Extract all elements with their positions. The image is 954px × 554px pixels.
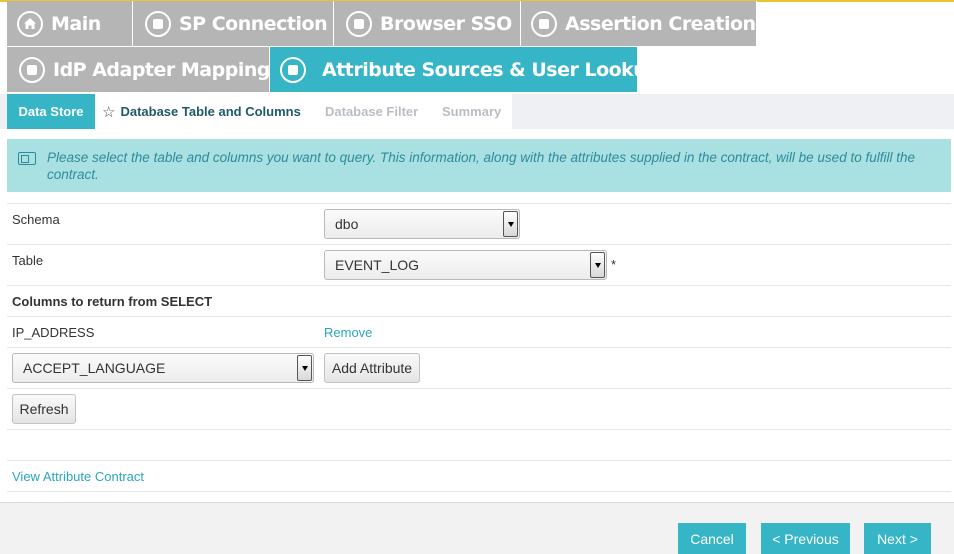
home-icon <box>17 10 43 37</box>
stop-icon <box>145 10 171 37</box>
row-divider <box>7 347 951 348</box>
tab-main[interactable]: Main <box>7 1 133 47</box>
table-select[interactable]: EVENT_LOG <box>324 250 607 280</box>
row-divider <box>7 460 951 461</box>
view-attribute-contract-link[interactable]: View Attribute Contract <box>12 469 144 484</box>
previous-button[interactable]: < Previous <box>761 523 850 554</box>
tab-attribute-sources[interactable]: Attribute Sources & User Lookup <box>270 47 660 93</box>
tab-main-label: Main <box>51 12 101 35</box>
tab-sp-connection[interactable]: SP Connection <box>133 1 334 47</box>
stop-icon <box>346 10 372 37</box>
cancel-button[interactable]: Cancel <box>678 523 746 554</box>
star-icon: ☆ <box>102 103 116 121</box>
next-button[interactable]: Next > <box>864 523 931 554</box>
table-select-value: EVENT_LOG <box>335 257 420 273</box>
page: Main SP Connection Browser SSO Assertion… <box>0 0 954 554</box>
tab-assertion-creation[interactable]: Assertion Creation <box>521 1 757 47</box>
tab-assertion-creation-label: Assertion Creation <box>565 12 756 35</box>
tab-idp-adapter-mapping-label: IdP Adapter Mapping <box>53 58 270 81</box>
remove-link[interactable]: Remove <box>324 325 372 340</box>
subtab-summary-label: Summary <box>442 104 502 119</box>
refresh-button[interactable]: Refresh <box>12 394 76 424</box>
info-text: Please select the table and columns you … <box>47 150 915 182</box>
row-divider <box>7 316 951 317</box>
schema-select[interactable]: dbo <box>324 209 520 239</box>
columns-heading: Columns to return from SELECT <box>12 294 213 309</box>
chevron-down-icon <box>503 211 518 237</box>
row-divider <box>7 429 951 430</box>
subtab-database-table-label: Database Table and Columns <box>120 104 301 119</box>
attribute-select-value: ACCEPT_LANGUAGE <box>23 360 166 376</box>
schema-select-value: dbo <box>335 216 359 232</box>
row-divider <box>7 491 951 492</box>
row-divider <box>7 285 951 286</box>
tab-idp-adapter-mapping[interactable]: IdP Adapter Mapping <box>7 47 270 93</box>
subtab-database-filter: Database Filter <box>313 94 433 129</box>
tab-sp-connection-label: SP Connection <box>179 12 328 35</box>
row-divider <box>7 388 951 389</box>
chevron-down-icon <box>297 355 312 381</box>
subtab-data-store[interactable]: Data Store <box>7 94 95 129</box>
attribute-select[interactable]: ACCEPT_LANGUAGE <box>12 353 314 383</box>
table-label: Table <box>12 253 44 268</box>
subtab-database-table[interactable]: ☆ Database Table and Columns <box>95 94 313 129</box>
subtab-summary: Summary <box>433 94 512 129</box>
tab-attribute-sources-label: Attribute Sources & User Lookup <box>322 58 660 81</box>
add-attribute-button[interactable]: Add Attribute <box>324 353 420 383</box>
stop-icon <box>19 56 45 83</box>
required-marker: * <box>611 257 617 272</box>
tab-browser-sso[interactable]: Browser SSO <box>334 1 521 47</box>
row-divider <box>7 244 951 245</box>
tab-browser-sso-label: Browser SSO <box>380 12 512 35</box>
subtab-data-store-label: Data Store <box>18 104 84 119</box>
stop-icon <box>280 56 306 83</box>
info-banner: Please select the table and columns you … <box>7 139 951 192</box>
schema-label: Schema <box>12 212 60 227</box>
column-name: IP_ADDRESS <box>12 325 95 340</box>
stop-icon <box>531 10 557 37</box>
subtab-database-filter-label: Database Filter <box>325 104 419 119</box>
info-icon <box>18 152 36 165</box>
row-divider <box>7 203 951 204</box>
chevron-down-icon <box>590 252 605 278</box>
